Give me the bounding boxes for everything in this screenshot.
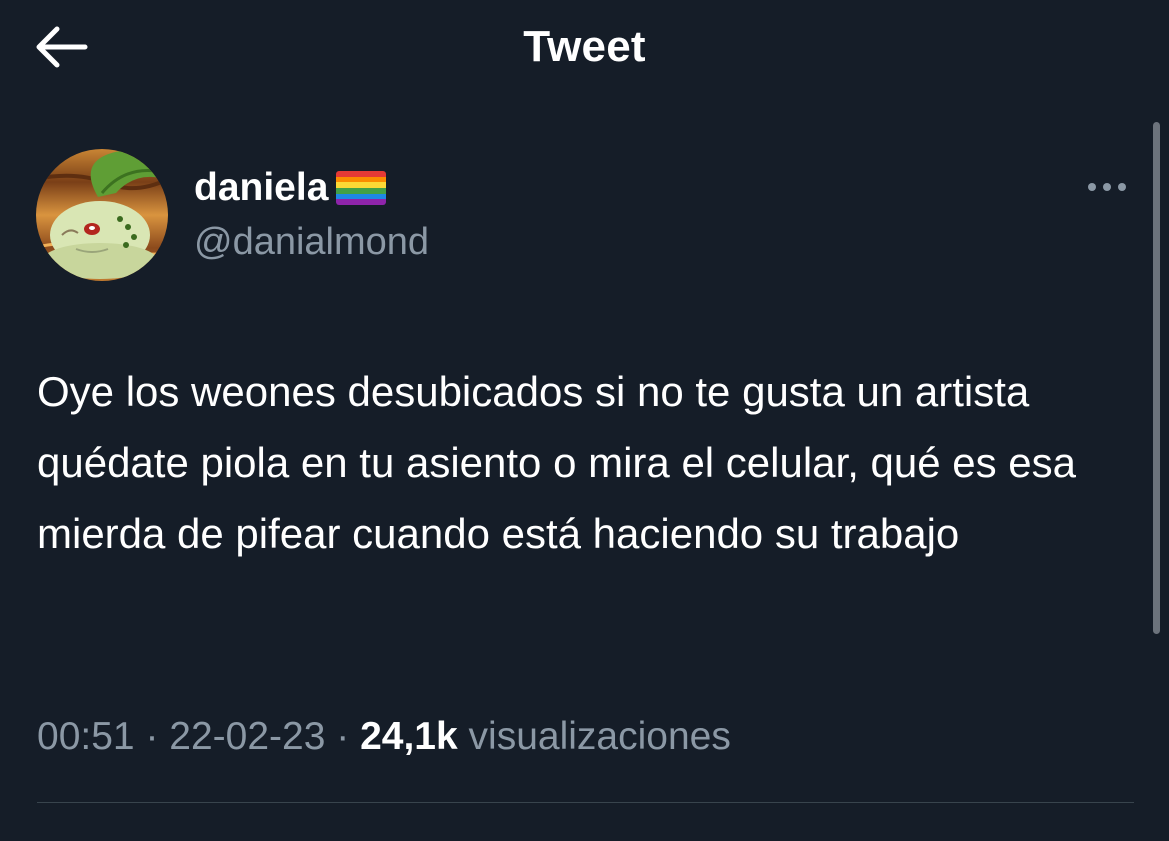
more-horizontal-icon (1088, 183, 1126, 191)
top-bar: Tweet (0, 0, 1169, 96)
meta-separator: · (325, 715, 361, 758)
meta-separator: · (134, 715, 170, 758)
views-label: visualizaciones (457, 715, 731, 758)
display-name[interactable]: daniela (194, 166, 328, 210)
avatar[interactable] (36, 149, 168, 281)
tweet-text: Oye los weones desubicados si no te gust… (37, 368, 1077, 557)
author-name-row[interactable]: daniela (194, 163, 387, 213)
tweet-metadata: 00:51 · 22-02-23 · 24,1k visualizaciones (37, 715, 731, 759)
views-count[interactable]: 24,1k (360, 715, 458, 758)
author-handle[interactable]: @danialmond (194, 221, 429, 264)
rainbow-flag-icon (336, 171, 387, 205)
tweet-date[interactable]: 22-02-23 (169, 715, 325, 758)
chikorita-avatar-icon (36, 149, 168, 281)
divider (37, 802, 1134, 803)
more-options-button[interactable] (1081, 174, 1133, 200)
page-title: Tweet (523, 22, 646, 71)
scrollbar[interactable] (1153, 122, 1160, 634)
tweet-time[interactable]: 00:51 (37, 715, 135, 758)
